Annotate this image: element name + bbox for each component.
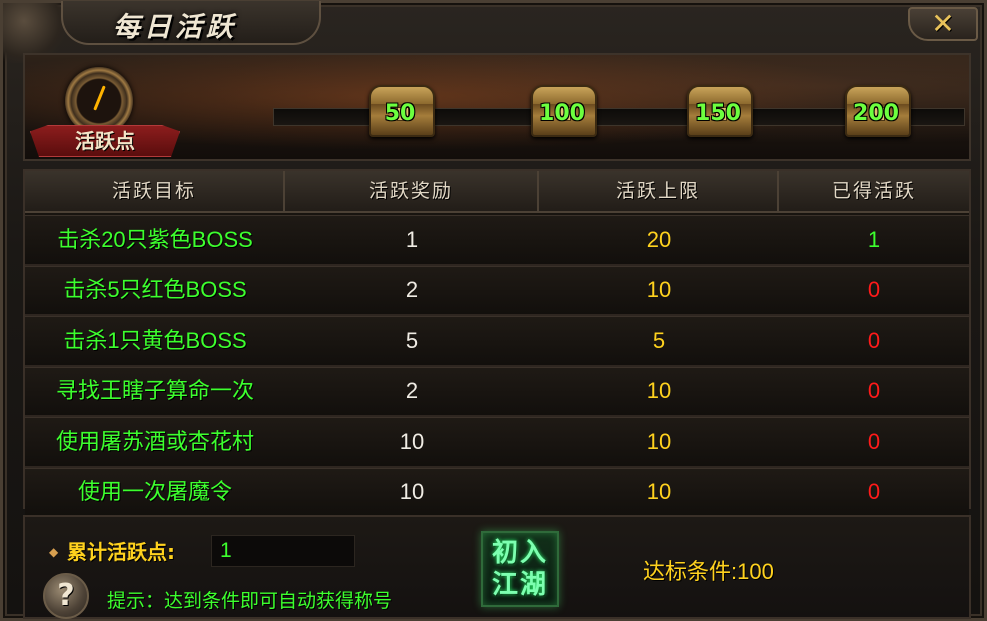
help-button[interactable]: ? xyxy=(43,573,89,619)
header-got: 已得活跃 xyxy=(831,180,916,202)
got-cell: 0 xyxy=(867,428,881,454)
target-cell: 击杀5只红色BOSS xyxy=(63,277,247,303)
milestone-value: 100 xyxy=(539,101,585,126)
reward-cell: 10 xyxy=(399,479,425,505)
reward-cell: 1 xyxy=(405,226,419,252)
medal-needle xyxy=(93,85,106,111)
diamond-bullet-icon: ◆ xyxy=(49,545,59,559)
got-cell: 0 xyxy=(867,277,881,303)
table-body: 击杀20只紫色BOSS 1 20 1 击杀5只红色BOSS 2 10 0 击杀1… xyxy=(25,215,969,518)
milestone-chest-150[interactable]: 150 xyxy=(681,85,755,141)
milestone-chest-100[interactable]: 100 xyxy=(525,85,599,141)
milestone-chest-200[interactable]: 200 xyxy=(839,85,913,141)
reward-cell: 2 xyxy=(405,277,419,303)
limit-cell: 10 xyxy=(646,428,672,454)
table-row[interactable]: 使用屠苏酒或杏花村 10 10 0 xyxy=(25,417,969,468)
header-limit: 活跃上限 xyxy=(539,171,779,211)
activity-points-label: 活跃点 xyxy=(75,129,135,153)
table-row[interactable]: 击杀20只紫色BOSS 1 20 1 xyxy=(25,215,969,266)
header-reward: 活跃奖励 xyxy=(285,171,539,211)
table-row[interactable]: 击杀5只红色BOSS 2 10 0 xyxy=(25,265,969,316)
milestone-value: 200 xyxy=(853,101,899,126)
title-badge-line-2: 江湖 xyxy=(491,570,548,600)
activity-banner: 活跃点 50 100 150 200 xyxy=(23,53,971,161)
limit-cell: 10 xyxy=(646,479,672,505)
condition-text: 达标条件:100 xyxy=(643,559,774,584)
daily-activity-window: 每日活跃 ✕ 活跃点 50 100 150 200 活跃目标 活跃奖励 活跃上限… xyxy=(0,0,987,621)
title-badge-line-1: 初入 xyxy=(491,538,548,568)
limit-cell: 5 xyxy=(652,327,666,353)
window-title: 每日活跃 xyxy=(113,12,237,43)
reward-cell: 10 xyxy=(399,428,425,454)
table-row[interactable]: 寻找王瞎子算命一次 2 10 0 xyxy=(25,366,969,417)
got-cell: 1 xyxy=(867,226,881,252)
title-badge[interactable]: 初入 江湖 xyxy=(481,531,559,607)
reward-cell: 5 xyxy=(405,327,419,353)
limit-cell: 10 xyxy=(646,378,672,404)
target-cell: 使用屠苏酒或杏花村 xyxy=(55,428,254,454)
target-cell: 击杀1只黄色BOSS xyxy=(63,327,247,353)
milestone-chest-50[interactable]: 50 xyxy=(363,85,437,141)
target-cell: 使用一次屠魔令 xyxy=(77,479,232,505)
table-header: 活跃目标 活跃奖励 活跃上限 已得活跃 xyxy=(25,171,969,213)
reward-cell: 2 xyxy=(405,378,419,404)
milestone-value: 150 xyxy=(695,101,741,126)
table-row[interactable]: 使用一次屠魔令 10 10 0 xyxy=(25,467,969,518)
header-target: 活跃目标 xyxy=(25,171,285,211)
total-points-value: 1 xyxy=(211,535,355,567)
limit-cell: 20 xyxy=(646,226,672,252)
got-cell: 0 xyxy=(867,378,881,404)
question-icon: ? xyxy=(57,578,75,613)
bottom-panel: ◆ 累计活跃点: 1 ? 提示：达到条件即可自动获得称号 初入 江湖 达标条件:… xyxy=(23,515,971,619)
table-row[interactable]: 击杀1只黄色BOSS 5 5 0 xyxy=(25,316,969,367)
close-button[interactable]: ✕ xyxy=(908,7,978,41)
hint-text: 提示：达到条件即可自动获得称号 xyxy=(107,590,393,612)
target-cell: 寻找王瞎子算命一次 xyxy=(55,378,254,404)
activity-table: 活跃目标 活跃奖励 活跃上限 已得活跃 击杀20只紫色BOSS 1 20 1 击… xyxy=(23,169,971,518)
got-cell: 0 xyxy=(867,327,881,353)
total-points-label: 累计活跃点: xyxy=(67,540,175,564)
milestone-value: 50 xyxy=(384,101,416,126)
got-cell: 0 xyxy=(867,479,881,505)
target-cell: 击杀20只紫色BOSS xyxy=(57,226,253,252)
close-icon: ✕ xyxy=(931,7,955,40)
limit-cell: 10 xyxy=(646,277,672,303)
